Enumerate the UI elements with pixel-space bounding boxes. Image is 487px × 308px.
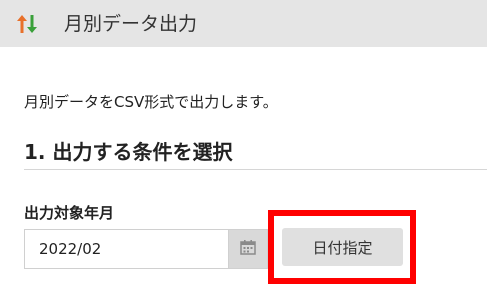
page-header: 月別データ出力 (0, 0, 487, 47)
page-title: 月別データ出力 (64, 13, 198, 35)
calendar-button[interactable] (228, 229, 268, 269)
date-specify-button[interactable]: 日付指定 (282, 228, 403, 266)
calendar-icon (240, 239, 256, 259)
target-month-label: 出力対象年月 (24, 204, 115, 222)
section-divider (24, 169, 487, 170)
section-title: 1. 出力する条件を選択 (24, 140, 233, 164)
target-month-input[interactable] (24, 229, 228, 269)
page-description: 月別データをCSV形式で出力します。 (24, 93, 278, 111)
sort-up-down-icon (16, 14, 38, 34)
